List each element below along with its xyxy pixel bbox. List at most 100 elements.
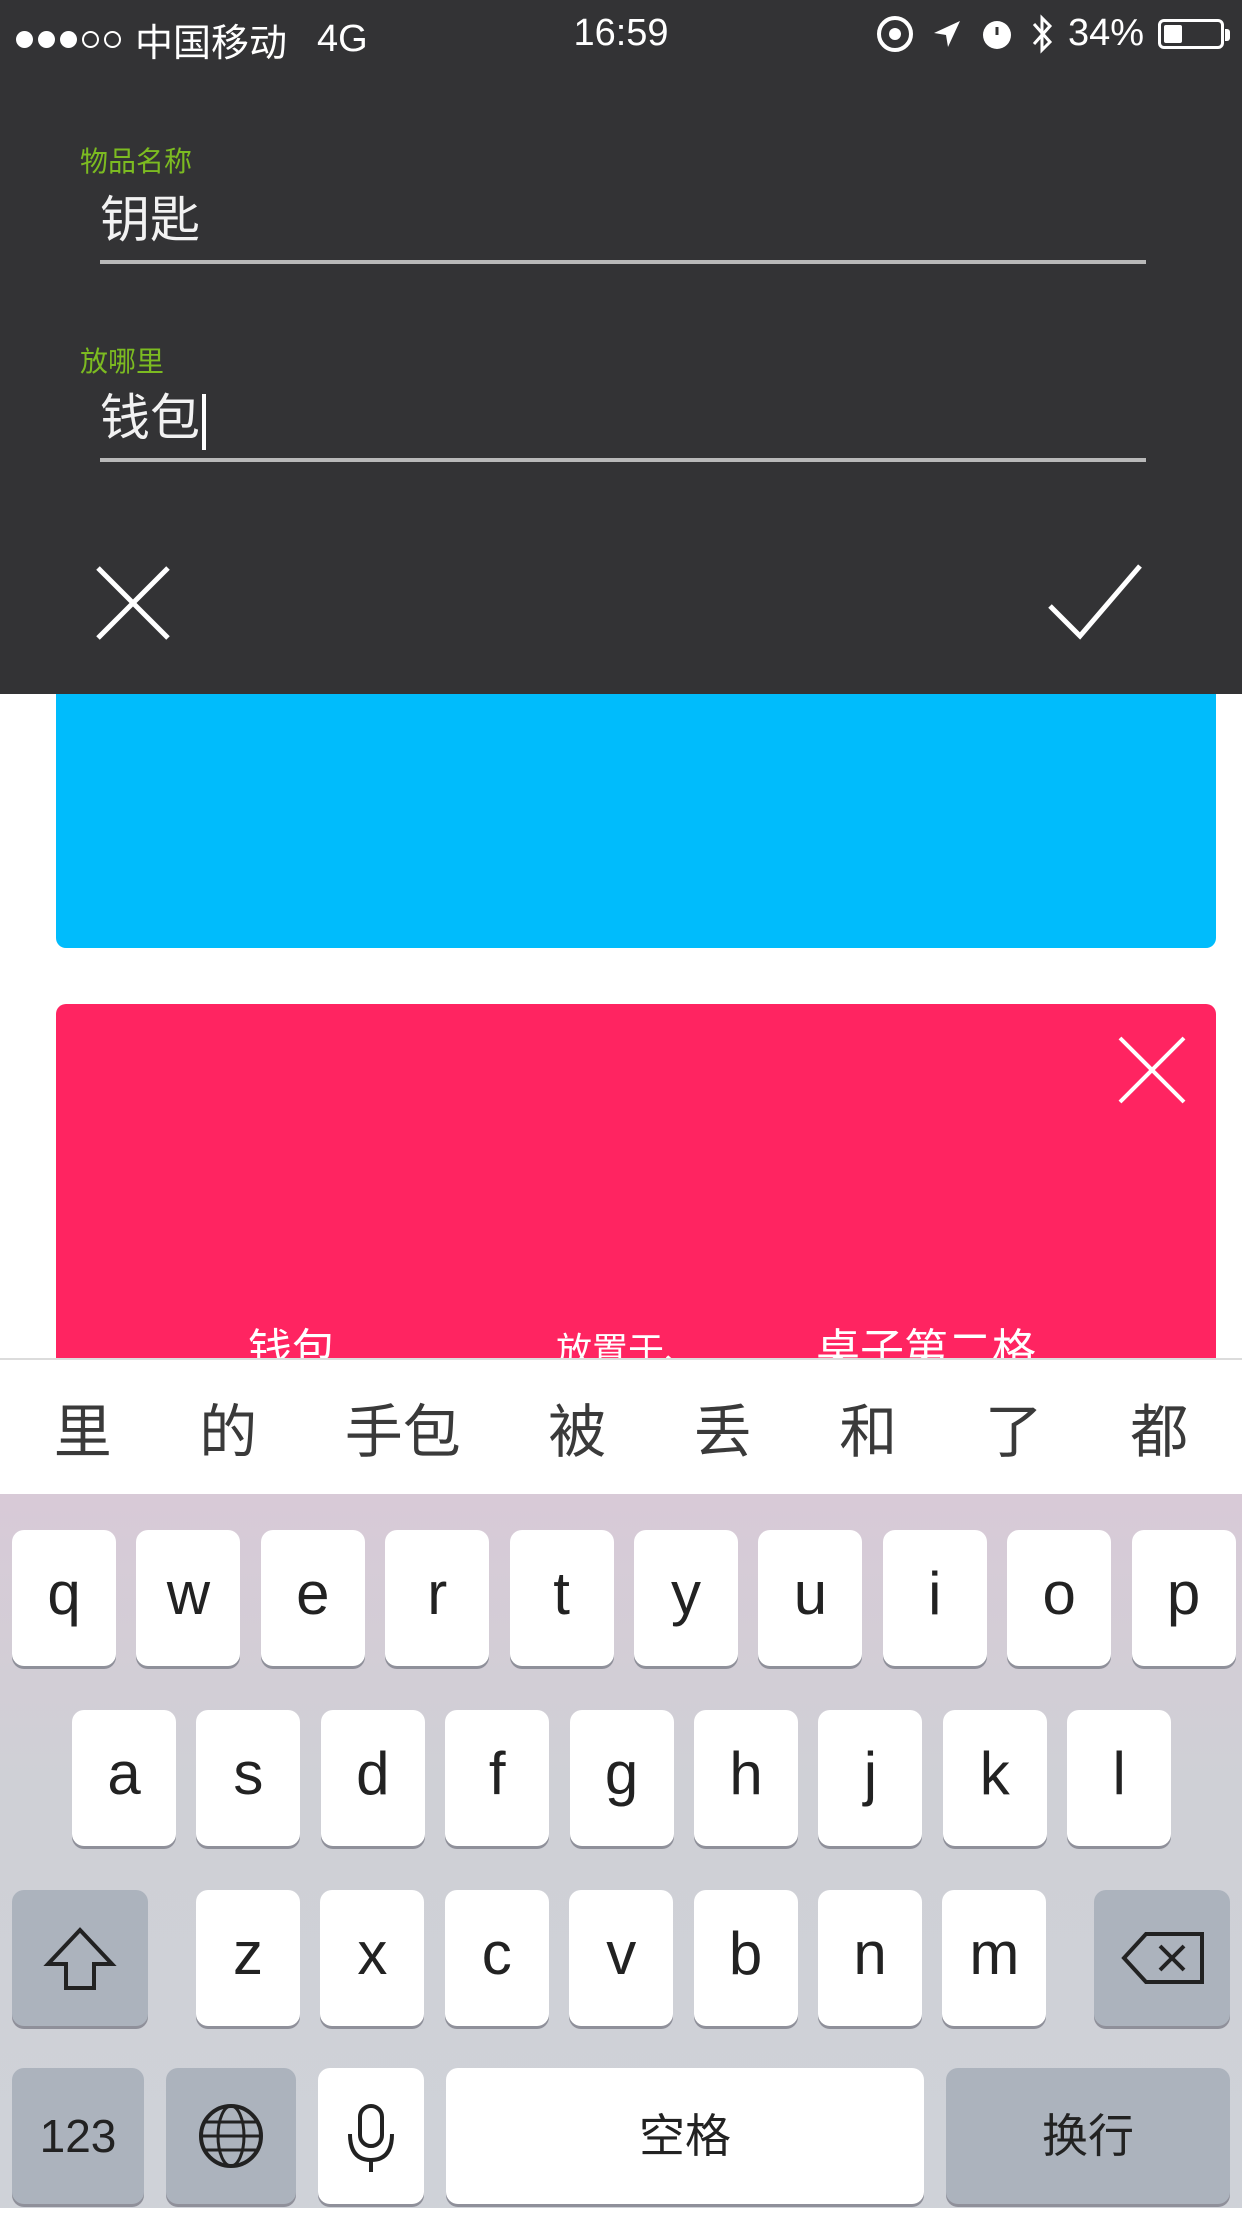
key-m[interactable]: m <box>942 1890 1047 2026</box>
bluetooth-icon <box>1032 13 1052 54</box>
candidate-word[interactable]: 丢 <box>694 1385 752 1469</box>
key-r[interactable]: r <box>385 1530 490 1666</box>
candidate-word[interactable]: 里 <box>54 1385 112 1469</box>
backspace-key[interactable] <box>1094 1890 1230 2026</box>
candidate-word[interactable]: 被 <box>548 1385 606 1469</box>
space-key-label: 空格 <box>639 2110 731 2162</box>
key-x[interactable]: x <box>320 1890 425 2026</box>
delete-card-button[interactable] <box>1112 1030 1192 1110</box>
cancel-button[interactable] <box>78 548 188 658</box>
location-label: 放哪里 <box>80 345 165 378</box>
backspace-icon <box>1121 1932 1204 1984</box>
candidate-word[interactable]: 的 <box>199 1385 257 1469</box>
key-label: x <box>357 1920 388 1987</box>
close-icon <box>96 566 170 640</box>
key-label: b <box>728 1920 763 1987</box>
location-underline <box>100 458 1146 462</box>
key-f[interactable]: f <box>445 1710 550 1846</box>
shift-key[interactable] <box>12 1890 148 2026</box>
globe-icon <box>199 2104 263 2168</box>
candidate-word[interactable]: 都 <box>1130 1385 1188 1469</box>
key-u[interactable]: u <box>758 1530 863 1666</box>
battery-icon <box>1158 18 1230 49</box>
location-value: 钱包 <box>100 389 200 447</box>
key-label: e <box>296 1560 330 1627</box>
keyboard: 123 空格 换行 q w e r t y u i o p a s d f g h j k l z x c v b n m <box>0 1494 1242 2208</box>
key-i[interactable]: i <box>882 1530 987 1666</box>
key-label: j <box>863 1740 878 1807</box>
candidate-word[interactable]: 了 <box>985 1385 1043 1469</box>
key-label: a <box>107 1740 141 1807</box>
candidate-word[interactable]: 手包 <box>345 1385 461 1469</box>
key-d[interactable]: d <box>320 1710 425 1846</box>
key-label: q <box>47 1560 81 1627</box>
item-name-label: 物品名称 <box>80 145 193 178</box>
key-p[interactable]: p <box>1131 1530 1236 1666</box>
item-name-underline <box>100 260 1146 264</box>
key-y[interactable]: y <box>634 1530 738 1666</box>
key-label: s <box>233 1740 264 1807</box>
key-c[interactable]: c <box>444 1890 549 2026</box>
key-q[interactable]: q <box>12 1530 116 1666</box>
screen-lock-icon <box>876 15 913 52</box>
key-label: g <box>604 1740 639 1807</box>
key-label: v <box>606 1920 637 1987</box>
key-t[interactable]: t <box>509 1530 614 1666</box>
key-label: m <box>969 1920 1020 1987</box>
edit-item-dialog: 物品名称 钥匙 放哪里 钱包 <box>0 0 1242 694</box>
key-k[interactable]: k <box>942 1710 1047 1846</box>
alarm-icon <box>982 20 1011 49</box>
key-g[interactable]: g <box>569 1710 674 1846</box>
key-label: z <box>233 1920 263 1987</box>
item-card-blue[interactable] <box>56 694 1216 948</box>
key-label: d <box>356 1740 390 1807</box>
key-h[interactable]: h <box>694 1710 798 1846</box>
key-label: k <box>979 1740 1010 1807</box>
battery-percent: 34% <box>1067 12 1144 54</box>
key-a[interactable]: a <box>72 1710 176 1846</box>
key-label: w <box>166 1560 211 1627</box>
battery-level <box>1164 24 1183 43</box>
confirm-button[interactable] <box>1040 548 1150 658</box>
key-z[interactable]: z <box>196 1890 300 2026</box>
key-label: f <box>488 1740 506 1807</box>
key-label: u <box>793 1560 828 1627</box>
key-v[interactable]: v <box>569 1890 674 2026</box>
numbers-key[interactable]: 123 <box>12 2068 144 2204</box>
key-label: i <box>928 1560 942 1627</box>
key-label: y <box>671 1560 701 1627</box>
key-label: c <box>481 1920 512 1987</box>
key-s[interactable]: s <box>196 1710 301 1846</box>
location-input[interactable]: 钱包 <box>100 378 206 450</box>
key-b[interactable]: b <box>693 1890 798 2026</box>
key-l[interactable]: l <box>1067 1710 1172 1846</box>
close-icon <box>1118 1036 1186 1104</box>
status-bar: 中国移动 4G 16:59 34% <box>0 0 1242 70</box>
checkmark-icon <box>1048 564 1142 640</box>
key-label: n <box>853 1920 887 1987</box>
space-key[interactable]: 空格 <box>446 2068 924 2204</box>
key-label: l <box>1112 1740 1126 1807</box>
key-label: p <box>1166 1560 1201 1627</box>
location-arrow-icon <box>933 20 960 47</box>
return-key-label: 换行 <box>1042 2110 1134 2162</box>
key-n[interactable]: n <box>818 1890 922 2026</box>
candidate-bar: 里 的 手包 被 丢 和 了 都 <box>0 1358 1242 1494</box>
return-key[interactable]: 换行 <box>946 2068 1230 2204</box>
key-e[interactable]: e <box>260 1530 365 1666</box>
key-w[interactable]: w <box>136 1530 241 1666</box>
item-name-input[interactable]: 钥匙 <box>100 180 200 252</box>
text-caret <box>202 393 206 450</box>
dictation-key[interactable] <box>318 2068 424 2204</box>
numbers-key-label: 123 <box>39 2110 117 2162</box>
key-label: o <box>1042 1560 1076 1627</box>
key-j[interactable]: j <box>818 1710 923 1846</box>
microphone-icon <box>348 2104 394 2172</box>
key-label: r <box>427 1560 448 1627</box>
item-card-red[interactable]: 钱包 放置于、 桌子第二格 <box>56 1004 1216 1384</box>
key-o[interactable]: o <box>1007 1530 1112 1666</box>
candidate-word[interactable]: 和 <box>839 1385 897 1469</box>
shift-icon <box>43 1927 117 1990</box>
globe-key[interactable] <box>166 2068 296 2204</box>
key-label: t <box>553 1560 570 1627</box>
